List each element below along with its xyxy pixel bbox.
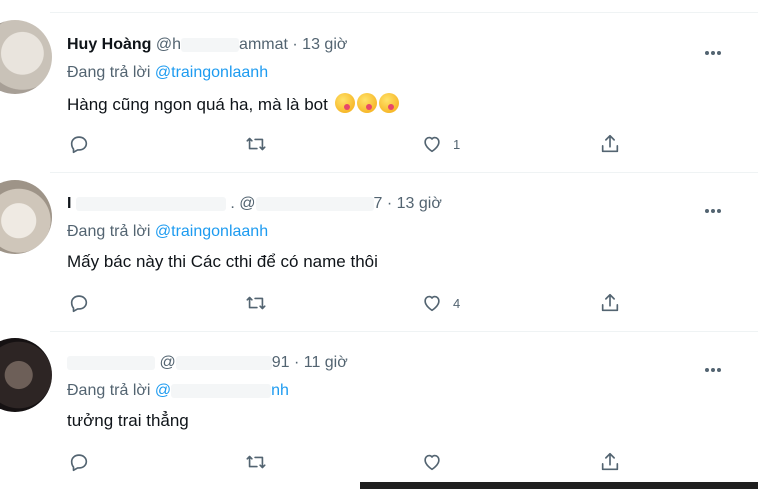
retweet-button[interactable]	[245, 292, 267, 314]
display-name[interactable]: I	[67, 195, 71, 212]
tweet-actions	[67, 451, 627, 473]
retweet-button[interactable]	[245, 133, 267, 155]
handle[interactable]: . @7	[230, 195, 387, 212]
more-icon[interactable]	[705, 359, 727, 372]
reply-context: Đang trả lời @ nh	[67, 382, 289, 399]
retweet-icon	[246, 296, 266, 310]
redacted-name	[75, 196, 226, 211]
like-count: 1	[453, 136, 461, 152]
tweet-header: @91 · 11 giờ	[67, 354, 348, 376]
yum-emoji-icon	[334, 93, 355, 113]
more-icon[interactable]	[705, 42, 727, 55]
display-name[interactable]: Huy Hoàng	[67, 36, 151, 53]
reply-button[interactable]	[68, 292, 90, 314]
retweet-icon	[246, 455, 266, 469]
retweet-button[interactable]	[245, 451, 267, 473]
tweet-actions: 1	[67, 133, 627, 155]
avatar[interactable]	[0, 338, 52, 412]
reply-icon	[70, 295, 88, 313]
tweet-actions: 4	[67, 292, 627, 314]
tweet-header: I . @7 · 13 giờ	[67, 195, 442, 217]
reply-context: Đang trả lời @traingonlaanh	[67, 223, 269, 240]
reply-button[interactable]	[68, 133, 90, 155]
timestamp[interactable]: · 13 giờ	[387, 195, 442, 212]
avatar[interactable]	[0, 180, 52, 254]
redacted-handle	[175, 355, 272, 370]
share-button[interactable]	[599, 133, 621, 155]
tweet-text: Mấy bác này thi Các cthi để có name thôi	[67, 252, 378, 271]
redacted-mention	[171, 383, 272, 398]
divider	[50, 331, 758, 332]
yum-emoji-icon	[356, 93, 377, 113]
reply-mention[interactable]: @ nh	[155, 382, 289, 399]
timestamp[interactable]: · 13 giờ	[292, 36, 347, 53]
tweet-text: tưởng trai thẳng	[67, 411, 189, 430]
more-icon[interactable]	[705, 200, 727, 213]
like-button[interactable]	[421, 451, 453, 473]
retweet-icon	[246, 137, 266, 151]
redacted-handle	[181, 37, 240, 52]
share-button[interactable]	[599, 292, 621, 314]
share-icon	[601, 452, 619, 471]
redacted-handle	[255, 196, 374, 211]
divider	[50, 172, 758, 173]
tweet-text: Hàng cũng ngon quá ha, mà là bot	[67, 93, 399, 115]
handle[interactable]: @91	[159, 354, 294, 371]
like-icon	[424, 295, 440, 312]
reply-button[interactable]	[68, 451, 90, 473]
reply-context: Đang trả lời @traingonlaanh	[67, 64, 269, 81]
reply-mention[interactable]: @traingonlaanh	[155, 64, 268, 81]
redacted-name	[67, 355, 155, 370]
reply-icon	[70, 454, 88, 472]
share-button[interactable]	[599, 451, 621, 473]
reply-icon	[70, 136, 88, 154]
like-count: 4	[453, 295, 461, 311]
yum-emoji-icon	[378, 93, 399, 113]
like-button[interactable]: 1	[421, 133, 460, 155]
like-button[interactable]: 4	[421, 292, 460, 314]
like-icon	[424, 454, 440, 471]
tweet-header: Huy Hoàng @h ammat · 13 giờ	[67, 36, 347, 58]
share-icon	[601, 134, 619, 153]
like-icon	[424, 136, 440, 153]
top-divider	[50, 12, 758, 13]
share-icon	[601, 293, 619, 312]
handle[interactable]: @h ammat	[156, 36, 293, 53]
avatar[interactable]	[0, 20, 52, 94]
reply-mention[interactable]: @traingonlaanh	[155, 223, 268, 240]
timestamp[interactable]: · 11 giờ	[294, 354, 348, 371]
bottom-edge-bar	[360, 482, 758, 489]
